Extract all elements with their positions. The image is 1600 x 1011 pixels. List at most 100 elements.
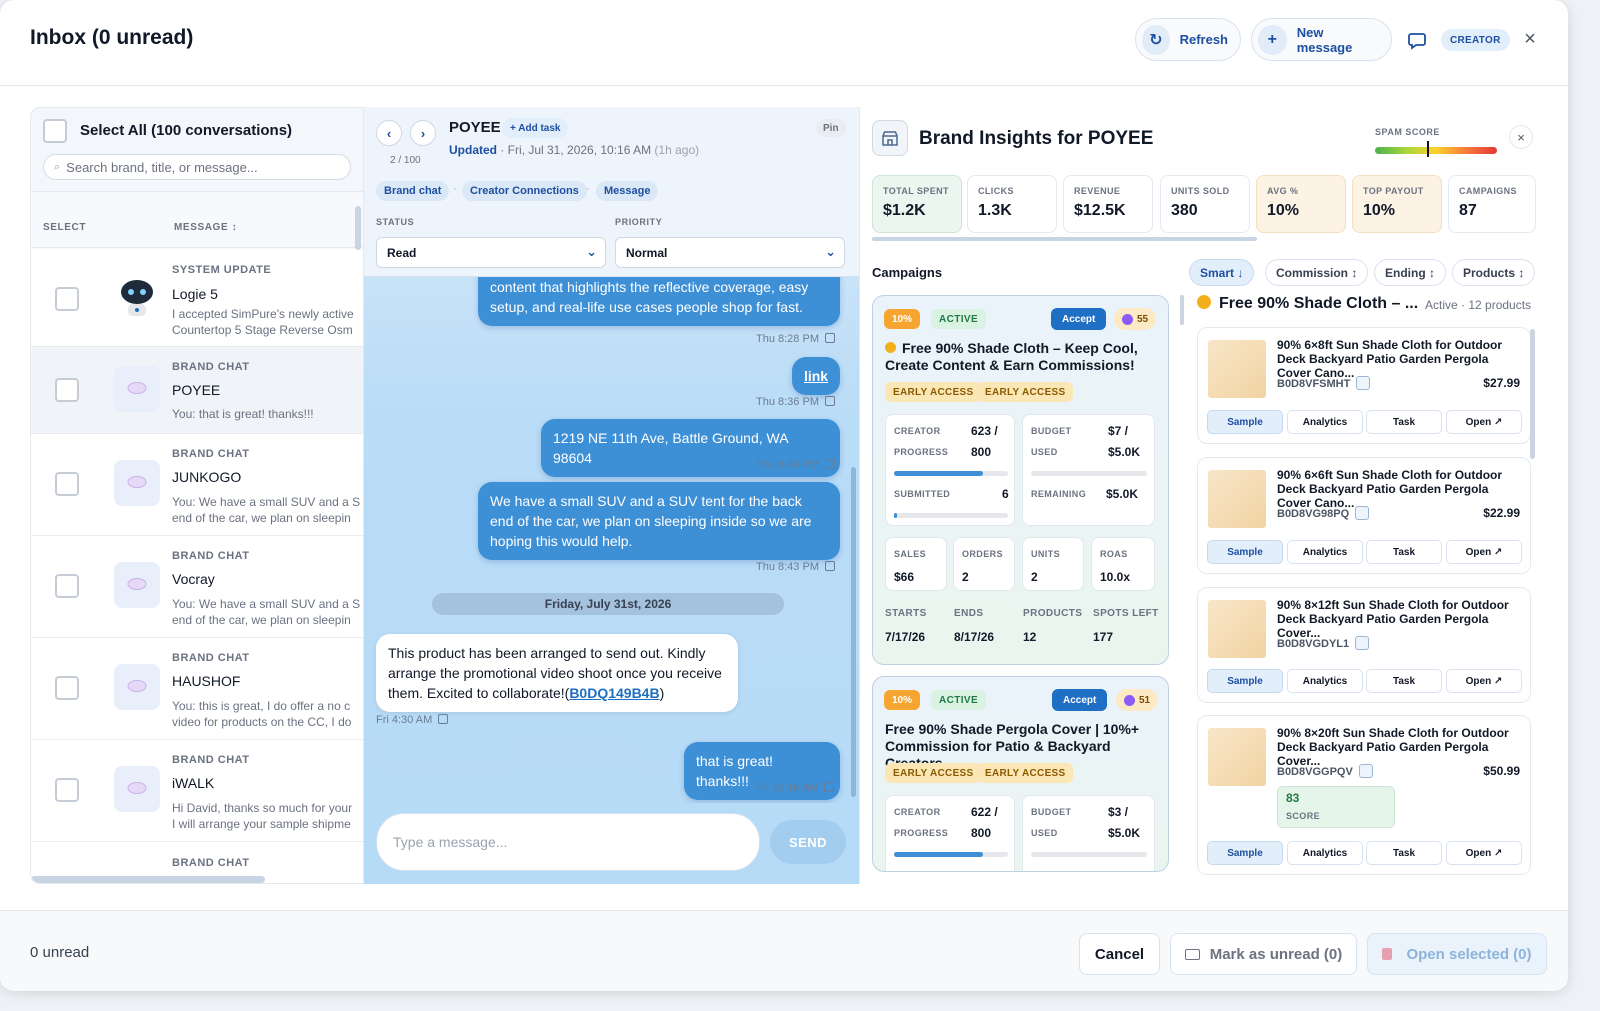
stats-scrollbar[interactable]	[872, 237, 1257, 241]
open-button[interactable]: Open ↗	[1446, 841, 1522, 865]
roas-value: 10.0x	[1100, 570, 1131, 584]
conversation-row[interactable]: BRAND CHAT POYEE You: that is great! tha…	[31, 347, 363, 434]
tag-message[interactable]: Message	[596, 181, 659, 201]
close-icon[interactable]: ×	[1518, 27, 1542, 51]
accept-button[interactable]: Accept	[1052, 689, 1108, 711]
search-input[interactable]: ⌕ Search brand, title, or message...	[43, 154, 351, 180]
product-card[interactable]: 90% 8×20ft Sun Shade Cloth for Outdoor D…	[1197, 715, 1531, 875]
select-all-checkbox[interactable]	[43, 119, 67, 143]
column-message-sort[interactable]: MESSAGE ↕	[174, 222, 237, 233]
copy-icon[interactable]	[438, 714, 449, 724]
row-checkbox[interactable]	[55, 778, 79, 802]
sample-button[interactable]: Sample	[1207, 540, 1283, 564]
copy-icon[interactable]	[1355, 636, 1370, 650]
copy-icon[interactable]	[1358, 764, 1373, 778]
sort-commission[interactable]: Commission ↕	[1265, 259, 1369, 286]
mark-unread-label: Mark as unread (0)	[1209, 945, 1343, 963]
next-conversation-button[interactable]: ›	[410, 120, 436, 146]
stat-label: TOTAL SPENT	[883, 186, 949, 196]
new-message-button[interactable]: + New message	[1251, 18, 1392, 61]
accept-button[interactable]: Accept	[1051, 308, 1107, 330]
copy-icon[interactable]	[824, 333, 835, 343]
row-checkbox[interactable]	[55, 287, 79, 311]
product-thumbnail	[1208, 340, 1266, 398]
conversation-row[interactable]: BRAND CHAT JUNKOGO You: We have a small …	[31, 434, 363, 536]
mark-unread-button[interactable]: Mark as unread (0)	[1170, 933, 1357, 975]
sample-button[interactable]: Sample	[1207, 841, 1283, 865]
row-checkbox[interactable]	[55, 378, 79, 402]
add-task-button[interactable]: + Add task	[502, 118, 569, 138]
list-horizontal-scrollbar[interactable]	[31, 876, 265, 883]
creator-progress-card: CREATOR PROGRESS 623 / 800 SUBMITTED 6	[885, 414, 1015, 526]
task-button[interactable]: Task	[1366, 410, 1442, 434]
copy-icon[interactable]	[824, 561, 835, 571]
points-icon	[1124, 694, 1135, 706]
conversation-name: Vocray	[172, 571, 215, 587]
analytics-button[interactable]: Analytics	[1287, 841, 1363, 865]
row-checkbox[interactable]	[55, 472, 79, 496]
copy-icon[interactable]	[824, 459, 835, 469]
row-checkbox[interactable]	[55, 676, 79, 700]
time-text: Fri 10:16 AM	[756, 782, 819, 794]
message-time: Fri 10:16 AM	[756, 782, 835, 794]
task-button[interactable]: Task	[1366, 669, 1442, 693]
conversation-kind: BRAND CHAT	[172, 754, 250, 766]
open-button[interactable]: Open ↗	[1446, 410, 1522, 434]
sort-smart[interactable]: Smart ↓	[1189, 259, 1255, 286]
task-button[interactable]: Task	[1366, 540, 1442, 564]
creator-progress-card: CREATOR PROGRESS 622 / 800	[885, 795, 1015, 871]
sort-products[interactable]: Products ↕	[1452, 259, 1536, 286]
row-checkbox[interactable]	[55, 574, 79, 598]
copy-icon[interactable]	[824, 782, 835, 792]
asin-link[interactable]: B0DQ149B4B	[569, 685, 659, 701]
campaigns-scrollbar[interactable]	[1180, 295, 1184, 325]
send-button[interactable]: SEND	[770, 820, 846, 864]
prev-conversation-button[interactable]: ‹	[376, 120, 402, 146]
copy-icon[interactable]	[1356, 376, 1371, 390]
open-button[interactable]: Open ↗	[1446, 540, 1522, 564]
products-scrollbar[interactable]	[1530, 329, 1535, 459]
product-card[interactable]: 90% 6×8ft Sun Shade Cloth for Outdoor De…	[1197, 327, 1531, 444]
conversation-kind: BRAND CHAT	[172, 448, 250, 460]
analytics-button[interactable]: Analytics	[1287, 669, 1363, 693]
new-message-label: New message	[1296, 24, 1353, 55]
thread-scrollbar[interactable]	[851, 467, 856, 797]
tag-brand-chat[interactable]: Brand chat	[376, 181, 450, 201]
sample-button[interactable]: Sample	[1207, 669, 1283, 693]
refresh-button[interactable]: ↻ Refresh	[1135, 18, 1241, 61]
copy-icon[interactable]	[1355, 506, 1370, 520]
chat-icon[interactable]	[1403, 27, 1431, 55]
conversation-row[interactable]: BRAND CHAT HAUSHOF You: this is great, I…	[31, 638, 363, 740]
search-icon: ⌕	[54, 160, 61, 173]
status-select[interactable]: Read ⌄	[376, 237, 606, 268]
product-asin: B0D8VG98PQ	[1277, 506, 1370, 520]
task-button[interactable]: Task	[1366, 841, 1442, 865]
list-scrollbar[interactable]	[355, 206, 361, 250]
sample-button[interactable]: Sample	[1207, 410, 1283, 434]
open-selected-button[interactable]: Open selected (0)	[1367, 933, 1547, 975]
campaign-card[interactable]: 10% ACTIVE Accept 51 Free 90% Shade Perg…	[872, 676, 1169, 872]
sun-icon	[1197, 295, 1211, 309]
analytics-button[interactable]: Analytics	[1287, 410, 1363, 434]
copy-icon[interactable]	[824, 396, 835, 406]
outgoing-link-message[interactable]: link	[792, 357, 840, 395]
product-card[interactable]: 90% 8×12ft Sun Shade Cloth for Outdoor D…	[1197, 587, 1531, 703]
chat-bubble-icon	[114, 366, 160, 412]
message-input[interactable]: Type a message...	[376, 813, 760, 871]
priority-select[interactable]: Normal ⌄	[615, 237, 845, 268]
close-insights-icon[interactable]: ×	[1509, 125, 1533, 149]
conversation-row[interactable]: BRAND CHAT Vocray You: We have a small S…	[31, 536, 363, 638]
pin-button[interactable]: Pin	[816, 119, 846, 137]
conversation-row[interactable]: SYSTEM UPDATE Logie 5 I accepted SimPure…	[31, 249, 363, 347]
sort-ending[interactable]: Ending ↕	[1374, 259, 1446, 286]
open-button[interactable]: Open ↗	[1446, 669, 1522, 693]
campaign-card[interactable]: 10% ACTIVE Accept 55 Free 90% Shade Clot…	[872, 295, 1169, 665]
conversation-name: POYEE	[172, 382, 221, 398]
cancel-button[interactable]: Cancel	[1079, 933, 1160, 975]
creator-progress-bar	[894, 471, 1008, 476]
tag-creator-connections[interactable]: Creator Connections	[462, 181, 587, 201]
analytics-button[interactable]: Analytics	[1287, 540, 1363, 564]
conversation-row[interactable]: BRAND CHAT iWALK Hi David, thanks so muc…	[31, 740, 363, 842]
early-access-badge: EARLY ACCESS	[885, 382, 982, 402]
product-card[interactable]: 90% 6×6ft Sun Shade Cloth for Outdoor De…	[1197, 457, 1531, 574]
